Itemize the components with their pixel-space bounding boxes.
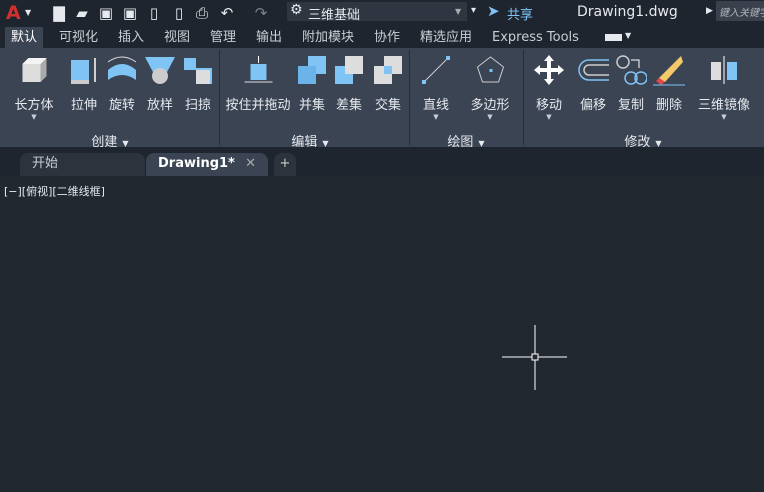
move-icon xyxy=(534,55,564,85)
customize-qat-icon[interactable]: ▾ xyxy=(471,5,476,16)
sweep-button[interactable]: 扫掠 xyxy=(182,54,214,113)
box-icon xyxy=(21,58,46,82)
box-button[interactable]: 长方体 ▼ xyxy=(14,54,54,121)
revolve-button[interactable]: 旋转 xyxy=(106,54,138,113)
presspull-icon xyxy=(243,56,272,83)
move-button[interactable]: 移动 ▼ xyxy=(533,54,565,121)
eraser-icon xyxy=(653,56,685,86)
revolve-icon xyxy=(107,56,137,80)
line-button[interactable]: 直线 ▼ xyxy=(420,54,452,121)
tab-insert[interactable]: 插入 xyxy=(112,27,150,48)
erase-button[interactable]: 删除 xyxy=(653,54,685,113)
extrude-icon xyxy=(71,58,96,84)
plot-icon[interactable]: ⎙ xyxy=(193,4,211,22)
new-tab-button[interactable]: + xyxy=(274,153,296,176)
expand-arrow-icon[interactable]: ▶ xyxy=(706,6,713,16)
tab-featured-apps[interactable]: 精选应用 xyxy=(414,27,478,48)
viewport-controls[interactable]: [−][俯视][二维线框] xyxy=(4,183,105,199)
tab-visualize[interactable]: 可视化 xyxy=(53,27,104,48)
save-as-icon[interactable]: ▣ xyxy=(121,4,139,22)
open-icon[interactable]: ▰ xyxy=(73,4,91,22)
tab-express-tools[interactable]: Express Tools xyxy=(486,27,585,48)
open-from-web-icon[interactable]: ▯ xyxy=(145,4,163,22)
offset-button[interactable]: 偏移 xyxy=(577,54,609,113)
chevron-down-icon[interactable]: ▼ xyxy=(625,31,631,40)
tab-manage[interactable]: 管理 xyxy=(204,27,242,48)
panel-divider xyxy=(219,50,220,145)
loft-button[interactable]: 放样 xyxy=(144,54,176,113)
save-to-web-icon[interactable]: ▯ xyxy=(170,4,188,22)
share-button[interactable]: 共享 xyxy=(507,4,533,23)
tab-view[interactable]: 视图 xyxy=(158,27,196,48)
intersect-button[interactable]: 交集 xyxy=(372,54,404,113)
crosshair-cursor xyxy=(502,325,567,390)
workspace-value: 三维基础 xyxy=(308,8,361,23)
tab-default[interactable]: 默认 xyxy=(5,27,44,48)
polygon-button[interactable]: 多边形 ▼ xyxy=(470,54,510,121)
union-button[interactable]: 并集 xyxy=(296,54,328,113)
app-menu-caret-icon[interactable]: ▼ xyxy=(25,8,31,17)
document-tab-bar: 开始 Drawing1* ✕ + xyxy=(0,147,764,176)
polygon-icon xyxy=(476,56,504,83)
search-input[interactable]: 键入关键字 xyxy=(716,1,764,21)
chevron-down-icon: ▼ xyxy=(455,7,462,16)
title-bar: A ▼ ▇ ▰ ▣ ▣ ▯ ▯ ⎙ ↶ ↷ ⚙ 三维基础 ▼ ▾ ➤ 共享 Dr… xyxy=(0,0,764,27)
ribbon-minimize-button[interactable] xyxy=(605,34,622,41)
copy-icon xyxy=(616,55,647,85)
save-icon[interactable]: ▣ xyxy=(97,4,115,22)
offset-icon xyxy=(578,59,609,81)
mirror3d-button[interactable]: 三维镜像 ▼ xyxy=(698,54,750,121)
presspull-button[interactable]: 按住并拖动 xyxy=(225,54,291,113)
ribbon-panel: 长方体 ▼ 拉伸 旋转 放样 扫掠 创建 ▼ 按住并拖动 并集 差集 交集 编辑 ▼ … xyxy=(0,48,764,150)
share-icon[interactable]: ➤ xyxy=(487,2,500,20)
gear-icon: ⚙ xyxy=(290,2,303,18)
panel-divider xyxy=(409,50,410,145)
tab-drawing1[interactable]: Drawing1* ✕ xyxy=(146,153,268,176)
loft-icon xyxy=(145,57,175,84)
undo-icon[interactable]: ↶ xyxy=(218,4,236,22)
extrude-button[interactable]: 拉伸 xyxy=(68,54,100,113)
redo-icon[interactable]: ↷ xyxy=(252,4,270,22)
ribbon-tab-bar: 默认 可视化 插入 视图 管理 输出 附加模块 协作 精选应用 Express … xyxy=(0,27,764,48)
close-icon[interactable]: ✕ xyxy=(245,153,256,175)
panel-divider xyxy=(523,50,524,145)
app-logo[interactable]: A xyxy=(6,2,21,24)
line-icon xyxy=(422,56,450,84)
workspace-dropdown[interactable]: ⚙ 三维基础 ▼ xyxy=(287,2,467,23)
intersect-icon xyxy=(374,56,402,84)
tab-addins[interactable]: 附加模块 xyxy=(296,27,360,48)
sweep-icon xyxy=(184,58,212,84)
union-icon xyxy=(298,56,326,84)
subtract-button[interactable]: 差集 xyxy=(333,54,365,113)
tab-start[interactable]: 开始 xyxy=(20,153,145,176)
new-icon[interactable]: ▇ xyxy=(50,4,68,22)
tab-collaborate[interactable]: 协作 xyxy=(368,27,406,48)
tab-output[interactable]: 输出 xyxy=(250,27,288,48)
mirror3d-icon xyxy=(710,56,737,84)
copy-button[interactable]: 复制 xyxy=(615,54,647,113)
subtract-icon xyxy=(335,56,363,84)
document-title: Drawing1.dwg xyxy=(577,4,678,20)
